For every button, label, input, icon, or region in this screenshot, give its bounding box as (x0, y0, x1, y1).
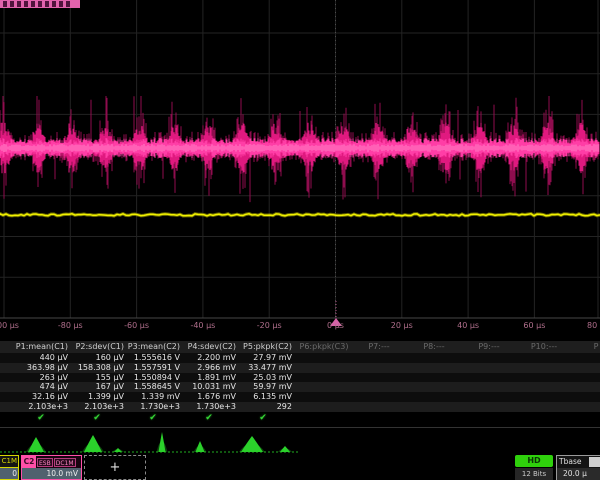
stat-value: 27.97 mV (234, 353, 292, 363)
stat-value: 1.730e+3 (126, 402, 180, 412)
table-divider (0, 427, 600, 428)
cropped-pink-label[interactable] (0, 0, 80, 8)
status-check-icon: ✔ (70, 412, 124, 424)
status-check-icon: ✔ (14, 412, 68, 424)
time-axis-label: -100 µs (0, 321, 19, 330)
time-axis-label: -40 µs (190, 321, 215, 330)
timebase-header: Tbase (557, 456, 600, 468)
stat-value: 474 µV (14, 382, 68, 392)
param-header-dim: P9:--- (462, 341, 516, 353)
stat-value: 158.308 µV (70, 363, 124, 373)
c2-label: C2 (22, 456, 36, 468)
stat-value: 1.399 µV (70, 392, 124, 402)
stat-value: 160 µV (70, 353, 124, 363)
c2-scale-value: 10.0 mV (22, 468, 81, 480)
status-check-icon: ✔ (126, 412, 180, 424)
channel-c2-descriptor[interactable]: C2 ESB DC1M 10.0 mV (21, 455, 82, 480)
channel-c1-descriptor[interactable]: C1M 0 mV (0, 455, 19, 480)
param-header-dim: P8:--- (407, 341, 461, 353)
time-axis-label: 80 µs (587, 321, 600, 330)
time-axis-label: 0 µs (327, 321, 344, 330)
param-header-dim: P6:pkpk(C3) (297, 341, 351, 353)
add-trace-button[interactable]: + (84, 455, 146, 480)
param-header: P4:sdev(C2) (182, 341, 236, 353)
param-header-clipped: P (592, 341, 600, 353)
stat-value: 440 µV (14, 353, 68, 363)
resolution-bits-label: 12 Bits (515, 468, 553, 480)
table-header-row: P1:mean(C1)P2:sdev(C1)P3:mean(C2)P4:sdev… (0, 341, 600, 353)
table-stat-row: 363.98 µV158.308 µV1.557591 V2.966 mV33.… (0, 363, 600, 373)
trend-trace (0, 430, 600, 455)
status-check-icon: ✔ (182, 412, 236, 424)
oscilloscope-screen: -100 µs -80 µs -60 µs -40 µs -20 µs 0 µs 20 µs… (0, 0, 600, 480)
stat-value: 363.98 µV (14, 363, 68, 373)
stat-value: 10.031 mV (182, 382, 236, 392)
param-header-dim: P10:--- (517, 341, 571, 353)
c2-coupling-badge: DC1M (54, 458, 76, 467)
time-axis-label: 20 µs (391, 321, 413, 330)
hd-mode-badge[interactable]: HD (515, 455, 553, 467)
stat-value: 1.555616 V (126, 353, 180, 363)
param-header: P3:mean(C2) (126, 341, 180, 353)
stat-value: 32.16 µV (14, 392, 68, 402)
timebase-descriptor[interactable]: Tbase 20.0 µ (556, 455, 600, 480)
timebase-scale-value: 20.0 µ (557, 468, 600, 480)
param-header: P2:sdev(C1) (70, 341, 124, 353)
time-axis-label: -60 µs (124, 321, 149, 330)
stat-value: 263 µV (14, 373, 68, 383)
time-axis-label: -20 µs (257, 321, 282, 330)
stat-value: 1.730e+3 (182, 402, 236, 412)
status-check-icon: ✔ (234, 412, 292, 424)
param-header: P5:pkpk(C2) (234, 341, 292, 353)
table-stat-row: 32.16 µV1.399 µV1.339 mV1.676 mV6.135 mV (0, 392, 600, 402)
stat-value: 292 (234, 402, 292, 412)
stat-value: 1.550894 V (126, 373, 180, 383)
stat-value: 33.477 mV (234, 363, 292, 373)
time-axis-label: 60 µs (523, 321, 545, 330)
stat-value: 6.135 mV (234, 392, 292, 402)
c1-scale-value: 0 mV (0, 468, 18, 480)
param-header: P1:mean(C1) (14, 341, 68, 353)
stat-value: 1.339 mV (126, 392, 180, 402)
table-stat-row: 474 µV167 µV1.558645 V10.031 mV59.97 mV (0, 382, 600, 392)
table-stat-row: 2.103e+32.103e+31.730e+31.730e+3292 (0, 402, 600, 412)
stat-value: 2.966 mV (182, 363, 236, 373)
table-status-row: ✔✔✔✔✔ (0, 412, 600, 424)
stat-value: 1.557591 V (126, 363, 180, 373)
descriptor-bar: C1M 0 mV C2 ESB DC1M 10.0 mV + HD 12 Bit… (0, 455, 600, 480)
stat-value: 2.103e+3 (70, 402, 124, 412)
time-axis-label: -80 µs (58, 321, 83, 330)
c2-esb-badge: ESB (37, 458, 53, 467)
stat-value: 167 µV (70, 382, 124, 392)
time-axis-label: 40 µs (457, 321, 479, 330)
stat-value: 155 µV (70, 373, 124, 383)
waveform-traces (0, 0, 600, 336)
stat-value: 1.558645 V (126, 382, 180, 392)
c1-coupling-badge: C1M (0, 456, 18, 468)
waveform-grid[interactable]: -100 µs -80 µs -60 µs -40 µs -20 µs 0 µs 20 µs… (0, 0, 600, 336)
c2-header: C2 ESB DC1M (22, 456, 81, 468)
stat-value: 1.891 mV (182, 373, 236, 383)
stat-value: 1.676 mV (182, 392, 236, 402)
measurement-table[interactable]: P1:mean(C1)P2:sdev(C1)P3:mean(C2)P4:sdev… (0, 341, 600, 427)
table-stat-row: 263 µV155 µV1.550894 V1.891 mV25.03 mV (0, 373, 600, 383)
stat-value: 59.97 mV (234, 382, 292, 392)
stat-value: 2.103e+3 (14, 402, 68, 412)
stat-value: 2.200 mV (182, 353, 236, 363)
timebase-clipped-indicator (589, 457, 600, 467)
timebase-label: Tbase (559, 457, 581, 466)
param-header-dim: P7:--- (352, 341, 406, 353)
table-stat-row: 440 µV160 µV1.555616 V2.200 mV27.97 mV (0, 353, 600, 363)
stat-value: 25.03 mV (234, 373, 292, 383)
